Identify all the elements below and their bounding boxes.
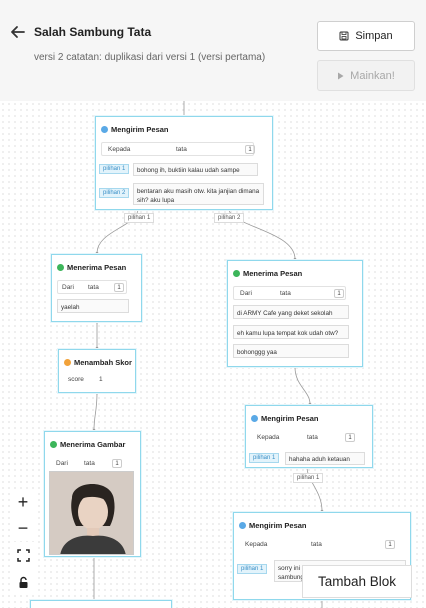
sender-number: 1 — [334, 289, 344, 298]
play-icon — [338, 72, 344, 79]
sender-value: tata — [280, 290, 291, 297]
recipient-value: tata — [311, 541, 322, 548]
recipient-field[interactable]: Kepada tata 1 — [239, 538, 395, 552]
edge-n3-n6 — [294, 366, 311, 405]
receive-dot-icon — [57, 264, 64, 271]
node-title: Mengirim Pesan — [249, 521, 307, 530]
score-field[interactable]: score 1 — [64, 373, 124, 387]
recipient-number: 1 — [245, 145, 255, 154]
sender-label: Dari — [56, 460, 68, 467]
node-receive-image[interactable]: Menerima Gambar Dari tata 1 — [44, 431, 141, 557]
flow-canvas[interactable]: Mengirim Pesan Kepada tata 1 pilihan 1 b… — [0, 101, 426, 608]
message-text[interactable]: di ARMY Cafe yang deket sekolah — [233, 305, 349, 319]
node-title: Menerima Gambar — [60, 440, 126, 449]
sender-label: Dari — [240, 290, 252, 297]
choice-text[interactable]: hahaha aduh ketauan — [285, 452, 365, 465]
edge-label: pilihan 1 — [124, 213, 155, 223]
recipient-field[interactable]: Kepada tata 1 — [101, 142, 255, 156]
score-value: 1 — [99, 376, 103, 383]
recipient-label: Kepada — [108, 146, 131, 153]
save-button[interactable]: Simpan — [317, 21, 415, 51]
sender-field[interactable]: Dari tata 1 — [50, 457, 130, 471]
node-title: Menerima Pesan — [67, 263, 127, 272]
save-button-label: Simpan — [355, 30, 393, 42]
node-partial-bottom[interactable] — [30, 600, 172, 608]
sender-number: 1 — [114, 283, 124, 292]
recipient-label: Kepada — [257, 434, 280, 441]
fit-view-button[interactable] — [10, 542, 36, 568]
recipient-value: tata — [176, 146, 187, 153]
choice-tag: pilihan 1 — [99, 164, 130, 174]
choice-tag: pilihan 1 — [237, 564, 268, 574]
choice-tag: pilihan 1 — [249, 453, 280, 463]
portrait-image-icon — [50, 472, 133, 554]
sender-value: tata — [84, 460, 95, 467]
edge-label: pilihan 1 — [293, 473, 324, 483]
sender-field[interactable]: Dari tata 1 — [233, 286, 346, 300]
score-label: score — [68, 376, 84, 383]
node-title: Menambah Skor — [74, 358, 132, 367]
editor-header: Salah Sambung Tata versi 2 catatan: dupl… — [0, 0, 426, 101]
send-dot-icon — [239, 522, 246, 529]
message-text[interactable]: yaelah — [57, 299, 129, 313]
received-image — [49, 471, 134, 555]
page-subtitle: versi 2 catatan: duplikasi dari versi 1 … — [34, 52, 266, 63]
node-send-message-2[interactable]: Mengirim Pesan Kepada tata 1 pilihan 1 h… — [245, 405, 373, 468]
sender-number: 1 — [112, 459, 122, 468]
choice-text[interactable]: bohong ih, buktiin kalau udah sampe — [133, 163, 258, 176]
play-button-label: Mainkan! — [350, 69, 395, 82]
sender-label: Dari — [62, 284, 74, 291]
receive-dot-icon — [50, 441, 57, 448]
send-dot-icon — [101, 126, 108, 133]
message-text[interactable]: eh kamu lupa tempat kok udah otw? — [233, 325, 349, 339]
node-receive-message-2[interactable]: Menerima Pesan Dari tata 1 di ARMY Cafe … — [227, 260, 363, 367]
lock-icon — [19, 576, 27, 588]
recipient-label: Kepada — [245, 541, 268, 548]
message-text[interactable]: bohonggg yaa — [233, 344, 349, 358]
node-title: Mengirim Pesan — [261, 414, 319, 423]
zoom-out-button[interactable]: − — [10, 515, 36, 541]
node-receive-message-1[interactable]: Menerima Pesan Dari tata 1 yaelah — [51, 254, 142, 322]
recipient-value: tata — [307, 434, 318, 441]
recipient-field[interactable]: Kepada tata 1 — [251, 431, 357, 445]
send-dot-icon — [251, 415, 258, 422]
node-title: Menerima Pesan — [243, 269, 303, 278]
sender-value: tata — [88, 284, 99, 291]
recipient-number: 1 — [345, 433, 355, 442]
sender-field[interactable]: Dari tata 1 — [57, 280, 127, 294]
zoom-in-button[interactable]: + — [10, 489, 36, 515]
fit-view-icon — [16, 548, 30, 562]
score-dot-icon — [64, 359, 71, 366]
edge-label: pilihan 2 — [214, 213, 245, 223]
node-send-message-1[interactable]: Mengirim Pesan Kepada tata 1 pilihan 1 b… — [95, 116, 273, 210]
choice-tag: pilihan 2 — [99, 188, 130, 198]
node-add-score[interactable]: Menambah Skor score 1 — [58, 349, 136, 393]
node-title: Mengirim Pesan — [111, 125, 169, 134]
lock-button[interactable] — [10, 569, 36, 595]
add-block-button[interactable]: Tambah Blok — [302, 565, 412, 598]
play-button[interactable]: Mainkan! — [317, 60, 415, 91]
edge-n4-n5 — [93, 392, 98, 431]
page-title: Salah Sambung Tata — [34, 25, 152, 39]
save-icon — [339, 31, 349, 41]
back-arrow-icon[interactable] — [8, 22, 28, 42]
recipient-number: 1 — [385, 540, 395, 549]
choice-text[interactable]: bentaran aku masih otw. kita janjian dim… — [133, 183, 264, 205]
receive-dot-icon — [233, 270, 240, 277]
